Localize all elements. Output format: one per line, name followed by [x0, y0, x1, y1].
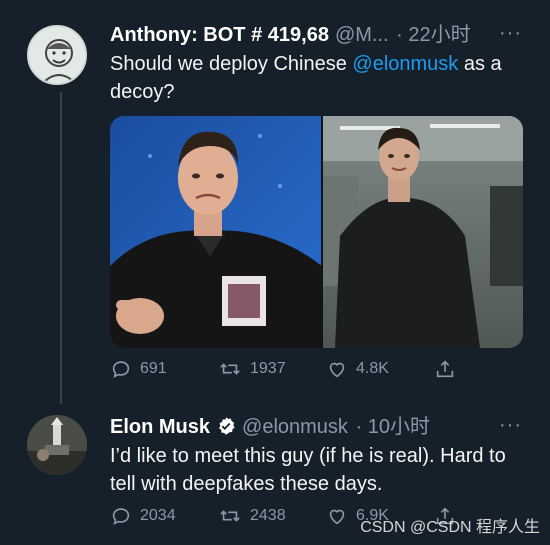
- reply-icon: [112, 508, 130, 525]
- watermark: CSDN @CSDN 程序人生: [360, 519, 540, 536]
- thread-line: [60, 92, 62, 404]
- tweet-1[interactable]: Anthony: BOT # 419,68 @M... · 22小时 ··· Sh…: [0, 0, 550, 404]
- like-button[interactable]: 4.8K: [326, 358, 434, 380]
- avatar-elon[interactable]: [27, 415, 87, 475]
- like-icon: [329, 509, 345, 525]
- reply-button[interactable]: 2034: [110, 505, 218, 527]
- tweet-1-header: Anthony: BOT # 419,68 @M... · 22小时: [110, 22, 471, 48]
- retweet-icon: [220, 363, 240, 375]
- tweet-1-actions: 691 1937 4.8K: [110, 358, 542, 380]
- retweet-count: 1937: [250, 360, 286, 377]
- tweet-text-part: Should we deploy Chinese: [110, 53, 353, 75]
- retweet-icon: [220, 510, 240, 522]
- author-handle[interactable]: @elonmusk: [242, 416, 348, 438]
- tweet-2-header: Elon Musk @elonmusk · 10小时: [110, 414, 430, 440]
- share-icon: [436, 360, 454, 378]
- author-name[interactable]: Elon Musk: [110, 416, 210, 438]
- more-icon[interactable]: ···: [499, 22, 522, 45]
- reply-button[interactable]: 691: [110, 358, 218, 380]
- share-button[interactable]: [434, 358, 542, 380]
- avatar-anthony[interactable]: [27, 25, 87, 85]
- author-handle[interactable]: @M...: [335, 24, 389, 46]
- tweet-1-text: Should we deploy Chinese @elonmusk as a …: [110, 50, 520, 106]
- retweet-button[interactable]: 2438: [218, 505, 326, 527]
- tweet-2-text: I’d like to meet this guy (if he is real…: [110, 445, 506, 495]
- tweet-media[interactable]: [110, 116, 523, 348]
- photo-left[interactable]: [110, 116, 322, 348]
- timestamp[interactable]: · 10小时: [355, 416, 429, 438]
- retweet-count: 2438: [250, 507, 286, 524]
- more-icon[interactable]: ···: [499, 414, 522, 437]
- retweet-button[interactable]: 1937: [218, 358, 326, 380]
- reply-count: 2034: [140, 507, 176, 524]
- timestamp[interactable]: · 22小时: [396, 24, 470, 46]
- like-icon: [329, 362, 345, 378]
- author-name[interactable]: Anthony: BOT # 419,68: [110, 24, 329, 46]
- reply-count: 691: [140, 360, 167, 377]
- reply-icon: [112, 361, 130, 378]
- photo-right[interactable]: [323, 116, 523, 348]
- mention-link[interactable]: @elonmusk: [352, 53, 458, 75]
- verified-badge-icon: [219, 417, 235, 435]
- like-count: 4.8K: [356, 360, 389, 377]
